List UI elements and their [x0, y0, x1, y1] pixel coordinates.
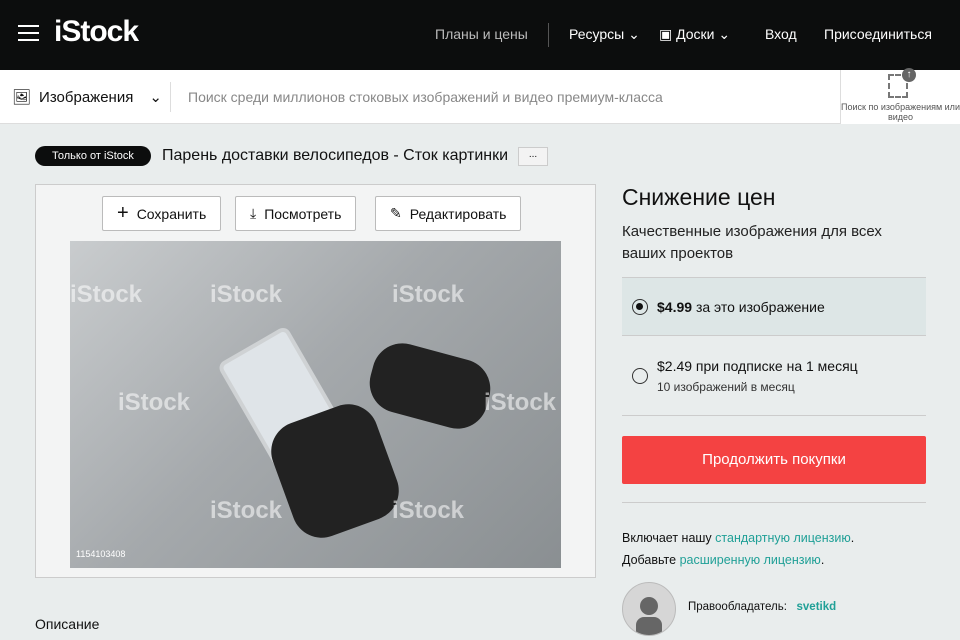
- watermark: iStock: [118, 389, 191, 416]
- preview-button[interactable]: ⤓ Посмотреть: [235, 196, 357, 231]
- pricing-subtitle: Качественные изображения для всех ваших …: [622, 223, 882, 262]
- more-button[interactable]: ...: [518, 147, 548, 166]
- owner-info: Правообладатель: svetikd: [688, 601, 836, 613]
- preview-label: Посмотреть: [264, 205, 342, 222]
- nav-plans[interactable]: Планы и цены: [435, 26, 528, 42]
- boards-icon: ▣: [659, 26, 673, 42]
- price-sub: 10 изображений в месяц: [657, 380, 795, 394]
- logo[interactable]: iStock: [54, 15, 139, 49]
- stock-photo[interactable]: iStock iStock iStock iStock iStock iStoc…: [70, 241, 561, 568]
- chevron-down-icon: ⌄: [628, 26, 640, 42]
- user-icon-body: [636, 617, 662, 635]
- divider: [622, 502, 926, 503]
- extended-license-link[interactable]: расширенную лицензию: [680, 553, 821, 567]
- page-title: Парень доставки велосипедов - Сток карти…: [162, 147, 509, 164]
- image-search-button[interactable]: Поиск по изображениям или видео: [840, 68, 960, 124]
- radio-selected[interactable]: [632, 299, 648, 315]
- image-search-label: Поиск по изображениям или видео: [841, 102, 960, 122]
- image-icon: 🖼: [12, 89, 32, 106]
- radio-unselected[interactable]: [632, 368, 648, 384]
- user-icon: [640, 597, 658, 615]
- search-bar: 🖼 Изображения ⌄ Поиск среди миллионов сток…: [0, 70, 960, 124]
- price-option-subscription[interactable]: $2.49 при подписке на 1 месяц 10 изображ…: [622, 335, 926, 415]
- watermark: iStock: [210, 497, 283, 524]
- glove: [362, 336, 498, 436]
- owner-link[interactable]: svetikd: [797, 601, 837, 613]
- license-info: Включает нашу стандартную лицензию. Доба…: [622, 531, 855, 567]
- license-text: Добавьте: [622, 553, 677, 567]
- watermark: iStock: [484, 389, 557, 416]
- download-icon: ⤓: [250, 205, 257, 221]
- edit-icon: ✎: [390, 205, 402, 221]
- search-type-label: Изображения: [39, 88, 134, 106]
- owner-label: Правообладатель:: [688, 601, 787, 613]
- watermark: iStock: [70, 281, 143, 308]
- nav-label: Ресурсы: [569, 26, 625, 42]
- watermark: iStock: [392, 497, 465, 524]
- edit-label: Редактировать: [409, 205, 507, 222]
- avatar: [622, 582, 676, 636]
- description-heading: Описание: [35, 616, 100, 632]
- chevron-down-icon: ⌄: [149, 89, 162, 106]
- license-text: Включает нашу: [622, 531, 712, 545]
- price-option-single[interactable]: $4.99 за это изображение: [622, 277, 926, 335]
- search-type-select[interactable]: 🖼 Изображения ⌄: [12, 88, 162, 107]
- nav-join[interactable]: Присоединиться: [824, 26, 932, 42]
- price-desc: $2.49 при подписке на 1 месяц: [657, 358, 858, 374]
- watermark: iStock: [392, 281, 465, 308]
- pricing-title: Снижение цен: [622, 184, 776, 210]
- nav-boards[interactable]: ▣ Доски ⌄: [659, 26, 730, 43]
- nav-label: Доски: [676, 26, 715, 42]
- standard-license-link[interactable]: стандартную лицензию: [715, 531, 851, 545]
- divider: [622, 415, 926, 416]
- save-button[interactable]: + Сохранить: [102, 196, 222, 231]
- save-label: Сохранить: [136, 205, 207, 222]
- pricing-panel: Снижение цен Качественные изображения дл…: [622, 184, 926, 636]
- plus-icon: +: [117, 202, 129, 224]
- image-panel: + Сохранить ⤓ Посмотреть ✎ Редактировать iS…: [35, 184, 596, 578]
- image-id: 1154103408: [76, 549, 126, 559]
- nav-login[interactable]: Вход: [765, 26, 797, 42]
- price-desc: за это изображение: [695, 299, 825, 315]
- nav-resources[interactable]: Ресурсы ⌄: [569, 26, 640, 43]
- watermark: iStock: [210, 281, 283, 308]
- edit-button[interactable]: ✎ Редактировать: [375, 196, 522, 231]
- top-nav: iStock Планы и цены Ресурсы ⌄ ▣ Доски ⌄ …: [0, 0, 960, 70]
- exclusive-badge: Только от iStock: [35, 146, 151, 166]
- price: $4.99: [657, 299, 693, 315]
- search-input[interactable]: Поиск среди миллионов стоковых изображен…: [188, 89, 663, 105]
- divider: [170, 82, 171, 112]
- continue-purchase-button[interactable]: Продолжить покупки: [622, 436, 926, 484]
- divider: [548, 23, 549, 47]
- image-upload-icon: [888, 68, 916, 98]
- chevron-down-icon: ⌄: [718, 26, 731, 42]
- menu-icon[interactable]: [18, 25, 39, 41]
